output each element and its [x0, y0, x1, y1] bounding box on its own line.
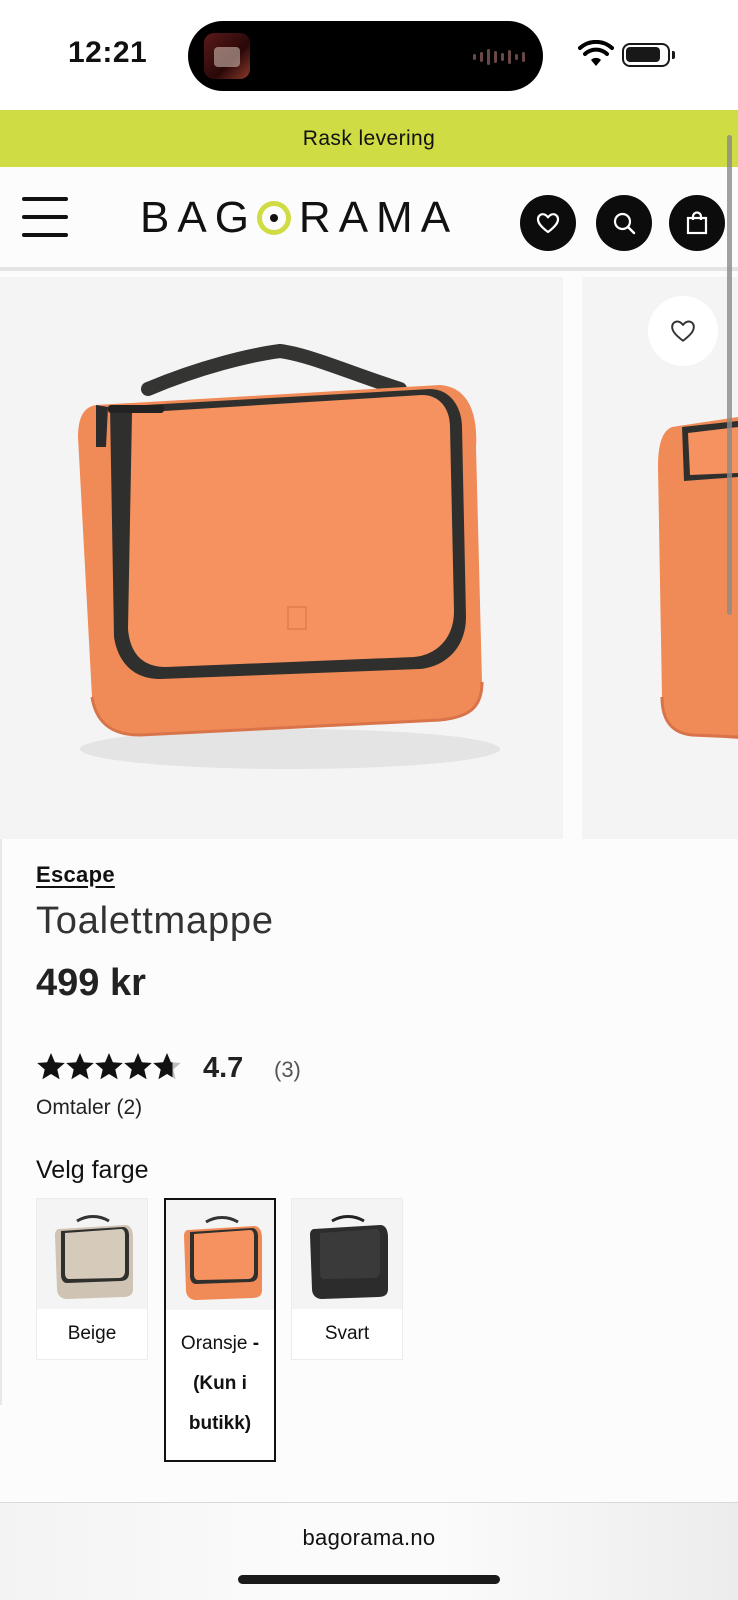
brand-link[interactable]: Escape: [36, 862, 115, 888]
color-option-black[interactable]: Svart: [291, 1198, 403, 1360]
swatch-image: [37, 1199, 147, 1309]
swatch-image: [292, 1199, 402, 1309]
divider: [0, 839, 2, 1405]
logo-text-right: RAMA: [298, 193, 459, 242]
toiletry-bag-image-secondary: [658, 417, 738, 739]
audio-waveform-icon: [473, 49, 525, 65]
swatch-color-name: Oransje: [180, 1333, 248, 1354]
page-scrollbar[interactable]: [727, 135, 732, 615]
product-page: 12:21 Rask levering BAG RAMA Escape Toal…: [0, 0, 738, 1600]
cart-button[interactable]: [669, 195, 725, 251]
product-image-main[interactable]: [0, 277, 563, 839]
star-icon: [124, 1053, 152, 1080]
dynamic-island[interactable]: [188, 21, 543, 91]
swatch-color-name: Beige: [67, 1323, 117, 1344]
address-url[interactable]: bagorama.no: [0, 1525, 738, 1551]
browser-address-bar[interactable]: bagorama.no: [0, 1502, 738, 1600]
product-image-next[interactable]: [582, 277, 738, 839]
add-to-favorites-button[interactable]: [648, 296, 718, 366]
site-logo[interactable]: BAG RAMA: [140, 193, 459, 242]
swatch-label: Svart: [292, 1309, 402, 1359]
search-button[interactable]: [596, 195, 652, 251]
color-option-beige[interactable]: Beige: [36, 1198, 148, 1360]
product-image-gallery[interactable]: [0, 277, 738, 839]
color-option-orange[interactable]: Oransje - (Kun i butikk): [164, 1198, 276, 1462]
logo-o-mark: [256, 201, 291, 235]
product-price: 499 kr: [36, 962, 146, 1004]
star-icon: [66, 1053, 94, 1080]
promo-banner: Rask levering: [0, 110, 738, 167]
site-header: BAG RAMA: [0, 167, 738, 271]
now-playing-artwork: [204, 33, 250, 79]
star-icon: [37, 1053, 65, 1080]
rating-value: 4.7: [203, 1052, 244, 1084]
heart-outline-icon: [671, 320, 695, 342]
reviews-link[interactable]: Omtaler (2): [36, 1096, 142, 1120]
status-time: 12:21: [68, 36, 148, 69]
rating-count: (3): [274, 1057, 301, 1082]
battery-icon: [622, 43, 675, 67]
toiletry-bag-image: [78, 343, 500, 769]
swatch-color-name: Svart: [324, 1323, 370, 1344]
product-title: Toalettmappe: [36, 900, 274, 942]
wifi-icon: [578, 40, 614, 66]
heart-icon: [536, 213, 560, 234]
swatch-label: Beige: [37, 1309, 147, 1359]
star-icon: [95, 1053, 123, 1080]
wishlist-button[interactable]: [520, 195, 576, 251]
star-icon: [153, 1053, 181, 1080]
star-rating-icon: [37, 1053, 181, 1080]
swatch-image: [166, 1200, 274, 1310]
color-picker-heading: Velg farge: [36, 1156, 149, 1184]
shopping-bag-icon: [686, 211, 708, 235]
logo-text-left: BAG: [140, 193, 257, 242]
rating-stars: [36, 1052, 186, 1082]
swatch-label: Oransje - (Kun i butikk): [166, 1310, 274, 1460]
hamburger-menu-icon[interactable]: [22, 197, 68, 237]
search-icon: [613, 212, 636, 235]
home-indicator[interactable]: [238, 1575, 500, 1584]
status-bar: 12:21: [0, 0, 738, 110]
